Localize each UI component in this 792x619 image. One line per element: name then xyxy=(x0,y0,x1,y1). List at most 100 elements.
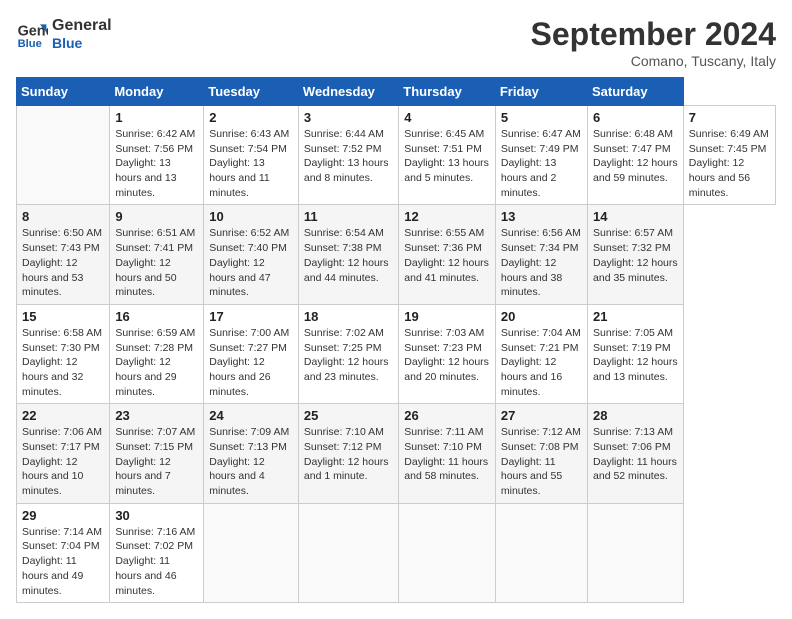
day-number: 21 xyxy=(593,309,678,324)
day-info: Sunrise: 6:54 AMSunset: 7:38 PMDaylight:… xyxy=(304,226,393,285)
calendar-cell: 9 Sunrise: 6:51 AMSunset: 7:41 PMDaylight… xyxy=(110,205,204,304)
logo-general: General xyxy=(52,16,112,35)
day-number: 10 xyxy=(209,209,293,224)
day-info: Sunrise: 6:47 AMSunset: 7:49 PMDaylight:… xyxy=(501,127,582,200)
calendar-header-row: SundayMondayTuesdayWednesdayThursdayFrid… xyxy=(17,78,776,106)
calendar-cell: 27Sunrise: 7:12 AMSunset: 7:08 PMDayligh… xyxy=(495,404,587,503)
calendar-cell: 2 Sunrise: 6:43 AMSunset: 7:54 PMDaylight… xyxy=(204,106,299,205)
day-number: 22 xyxy=(22,408,104,423)
day-info: Sunrise: 6:49 AMSunset: 7:45 PMDaylight:… xyxy=(689,127,770,200)
day-number: 24 xyxy=(209,408,293,423)
calendar-cell: 24 Sunrise: 7:09 AMSunset: 7:13 PMDayligh… xyxy=(204,404,299,503)
day-info: Sunrise: 6:57 AMSunset: 7:32 PMDaylight:… xyxy=(593,226,678,285)
day-info: Sunrise: 6:48 AMSunset: 7:47 PMDaylight:… xyxy=(593,127,678,186)
day-number: 26 xyxy=(404,408,490,423)
day-info: Sunrise: 7:06 AMSunset: 7:17 PMDaylight:… xyxy=(22,425,104,498)
calendar-cell: 1 Sunrise: 6:42 AMSunset: 7:56 PMDaylight… xyxy=(110,106,204,205)
day-info: Sunrise: 7:12 AMSunset: 7:08 PMDaylight:… xyxy=(501,425,582,498)
calendar-cell: 10 Sunrise: 6:52 AMSunset: 7:40 PMDayligh… xyxy=(204,205,299,304)
day-number: 7 xyxy=(689,110,770,125)
calendar-cell: 11 Sunrise: 6:54 AMSunset: 7:38 PMDayligh… xyxy=(298,205,398,304)
day-info: Sunrise: 7:10 AMSunset: 7:12 PMDaylight:… xyxy=(304,425,393,484)
calendar-cell: 6 Sunrise: 6:48 AMSunset: 7:47 PMDaylight… xyxy=(588,106,684,205)
calendar-table: SundayMondayTuesdayWednesdayThursdayFrid… xyxy=(16,77,776,603)
day-info: Sunrise: 7:03 AMSunset: 7:23 PMDaylight:… xyxy=(404,326,490,385)
calendar-cell xyxy=(588,503,684,602)
day-info: Sunrise: 6:44 AMSunset: 7:52 PMDaylight:… xyxy=(304,127,393,186)
day-info: Sunrise: 6:42 AMSunset: 7:56 PMDaylight:… xyxy=(115,127,198,200)
day-number: 3 xyxy=(304,110,393,125)
day-info: Sunrise: 7:05 AMSunset: 7:19 PMDaylight:… xyxy=(593,326,678,385)
svg-text:Blue: Blue xyxy=(18,38,42,50)
calendar-week-3: 15Sunrise: 6:58 AMSunset: 7:30 PMDayligh… xyxy=(17,304,776,403)
calendar-cell: 12 Sunrise: 6:55 AMSunset: 7:36 PMDayligh… xyxy=(399,205,496,304)
day-number: 28 xyxy=(593,408,678,423)
calendar-cell xyxy=(298,503,398,602)
day-info: Sunrise: 7:14 AMSunset: 7:04 PMDaylight:… xyxy=(22,525,104,598)
title-block: September 2024 Comano, Tuscany, Italy xyxy=(531,16,776,69)
calendar-week-1: 1 Sunrise: 6:42 AMSunset: 7:56 PMDaylight… xyxy=(17,106,776,205)
calendar-cell: 26Sunrise: 7:11 AMSunset: 7:10 PMDayligh… xyxy=(399,404,496,503)
day-number: 14 xyxy=(593,209,678,224)
calendar-cell: 3 Sunrise: 6:44 AMSunset: 7:52 PMDaylight… xyxy=(298,106,398,205)
day-number: 9 xyxy=(115,209,198,224)
day-info: Sunrise: 7:13 AMSunset: 7:06 PMDaylight:… xyxy=(593,425,678,484)
day-info: Sunrise: 6:59 AMSunset: 7:28 PMDaylight:… xyxy=(115,326,198,399)
calendar-cell: 4Sunrise: 6:45 AMSunset: 7:51 PMDaylight… xyxy=(399,106,496,205)
calendar-cell: 20Sunrise: 7:04 AMSunset: 7:21 PMDayligh… xyxy=(495,304,587,403)
calendar-cell: 29 Sunrise: 7:14 AMSunset: 7:04 PMDayligh… xyxy=(17,503,110,602)
day-info: Sunrise: 6:45 AMSunset: 7:51 PMDaylight:… xyxy=(404,127,490,186)
day-info: Sunrise: 6:43 AMSunset: 7:54 PMDaylight:… xyxy=(209,127,293,200)
calendar-cell: 13Sunrise: 6:56 AMSunset: 7:34 PMDayligh… xyxy=(495,205,587,304)
day-number: 15 xyxy=(22,309,104,324)
day-info: Sunrise: 7:07 AMSunset: 7:15 PMDaylight:… xyxy=(115,425,198,498)
day-number: 6 xyxy=(593,110,678,125)
logo: General Blue General Blue xyxy=(16,16,112,52)
day-info: Sunrise: 7:09 AMSunset: 7:13 PMDaylight:… xyxy=(209,425,293,498)
calendar-cell xyxy=(495,503,587,602)
header-tuesday: Tuesday xyxy=(204,78,299,106)
day-number: 12 xyxy=(404,209,490,224)
calendar-cell xyxy=(17,106,110,205)
day-info: Sunrise: 7:00 AMSunset: 7:27 PMDaylight:… xyxy=(209,326,293,399)
header-friday: Friday xyxy=(495,78,587,106)
logo-icon: General Blue xyxy=(16,18,48,50)
day-number: 8 xyxy=(22,209,104,224)
calendar-week-2: 8Sunrise: 6:50 AMSunset: 7:43 PMDaylight… xyxy=(17,205,776,304)
calendar-week-4: 22 Sunrise: 7:06 AMSunset: 7:17 PMDayligh… xyxy=(17,404,776,503)
page-header: General Blue General Blue September 2024… xyxy=(16,16,776,69)
header-sunday: Sunday xyxy=(17,78,110,106)
day-number: 1 xyxy=(115,110,198,125)
day-number: 11 xyxy=(304,209,393,224)
day-number: 18 xyxy=(304,309,393,324)
calendar-cell: 25 Sunrise: 7:10 AMSunset: 7:12 PMDayligh… xyxy=(298,404,398,503)
day-info: Sunrise: 6:51 AMSunset: 7:41 PMDaylight:… xyxy=(115,226,198,299)
calendar-cell: 28 Sunrise: 7:13 AMSunset: 7:06 PMDayligh… xyxy=(588,404,684,503)
day-number: 25 xyxy=(304,408,393,423)
day-number: 2 xyxy=(209,110,293,125)
calendar-cell: 7 Sunrise: 6:49 AMSunset: 7:45 PMDaylight… xyxy=(683,106,775,205)
calendar-week-5: 29 Sunrise: 7:14 AMSunset: 7:04 PMDayligh… xyxy=(17,503,776,602)
logo-blue: Blue xyxy=(52,35,112,52)
day-info: Sunrise: 7:04 AMSunset: 7:21 PMDaylight:… xyxy=(501,326,582,399)
day-number: 30 xyxy=(115,508,198,523)
header-saturday: Saturday xyxy=(588,78,684,106)
day-number: 29 xyxy=(22,508,104,523)
calendar-cell: 15Sunrise: 6:58 AMSunset: 7:30 PMDayligh… xyxy=(17,304,110,403)
calendar-cell: 21 Sunrise: 7:05 AMSunset: 7:19 PMDayligh… xyxy=(588,304,684,403)
day-number: 19 xyxy=(404,309,490,324)
day-info: Sunrise: 6:55 AMSunset: 7:36 PMDaylight:… xyxy=(404,226,490,285)
header-wednesday: Wednesday xyxy=(298,78,398,106)
calendar-cell: 18 Sunrise: 7:02 AMSunset: 7:25 PMDayligh… xyxy=(298,304,398,403)
day-number: 5 xyxy=(501,110,582,125)
header-thursday: Thursday xyxy=(399,78,496,106)
day-number: 23 xyxy=(115,408,198,423)
day-info: Sunrise: 7:02 AMSunset: 7:25 PMDaylight:… xyxy=(304,326,393,385)
calendar-cell: 16 Sunrise: 6:59 AMSunset: 7:28 PMDayligh… xyxy=(110,304,204,403)
calendar-cell: 23 Sunrise: 7:07 AMSunset: 7:15 PMDayligh… xyxy=(110,404,204,503)
day-info: Sunrise: 6:52 AMSunset: 7:40 PMDaylight:… xyxy=(209,226,293,299)
calendar-cell xyxy=(204,503,299,602)
header-monday: Monday xyxy=(110,78,204,106)
day-info: Sunrise: 7:16 AMSunset: 7:02 PMDaylight:… xyxy=(115,525,198,598)
day-number: 16 xyxy=(115,309,198,324)
